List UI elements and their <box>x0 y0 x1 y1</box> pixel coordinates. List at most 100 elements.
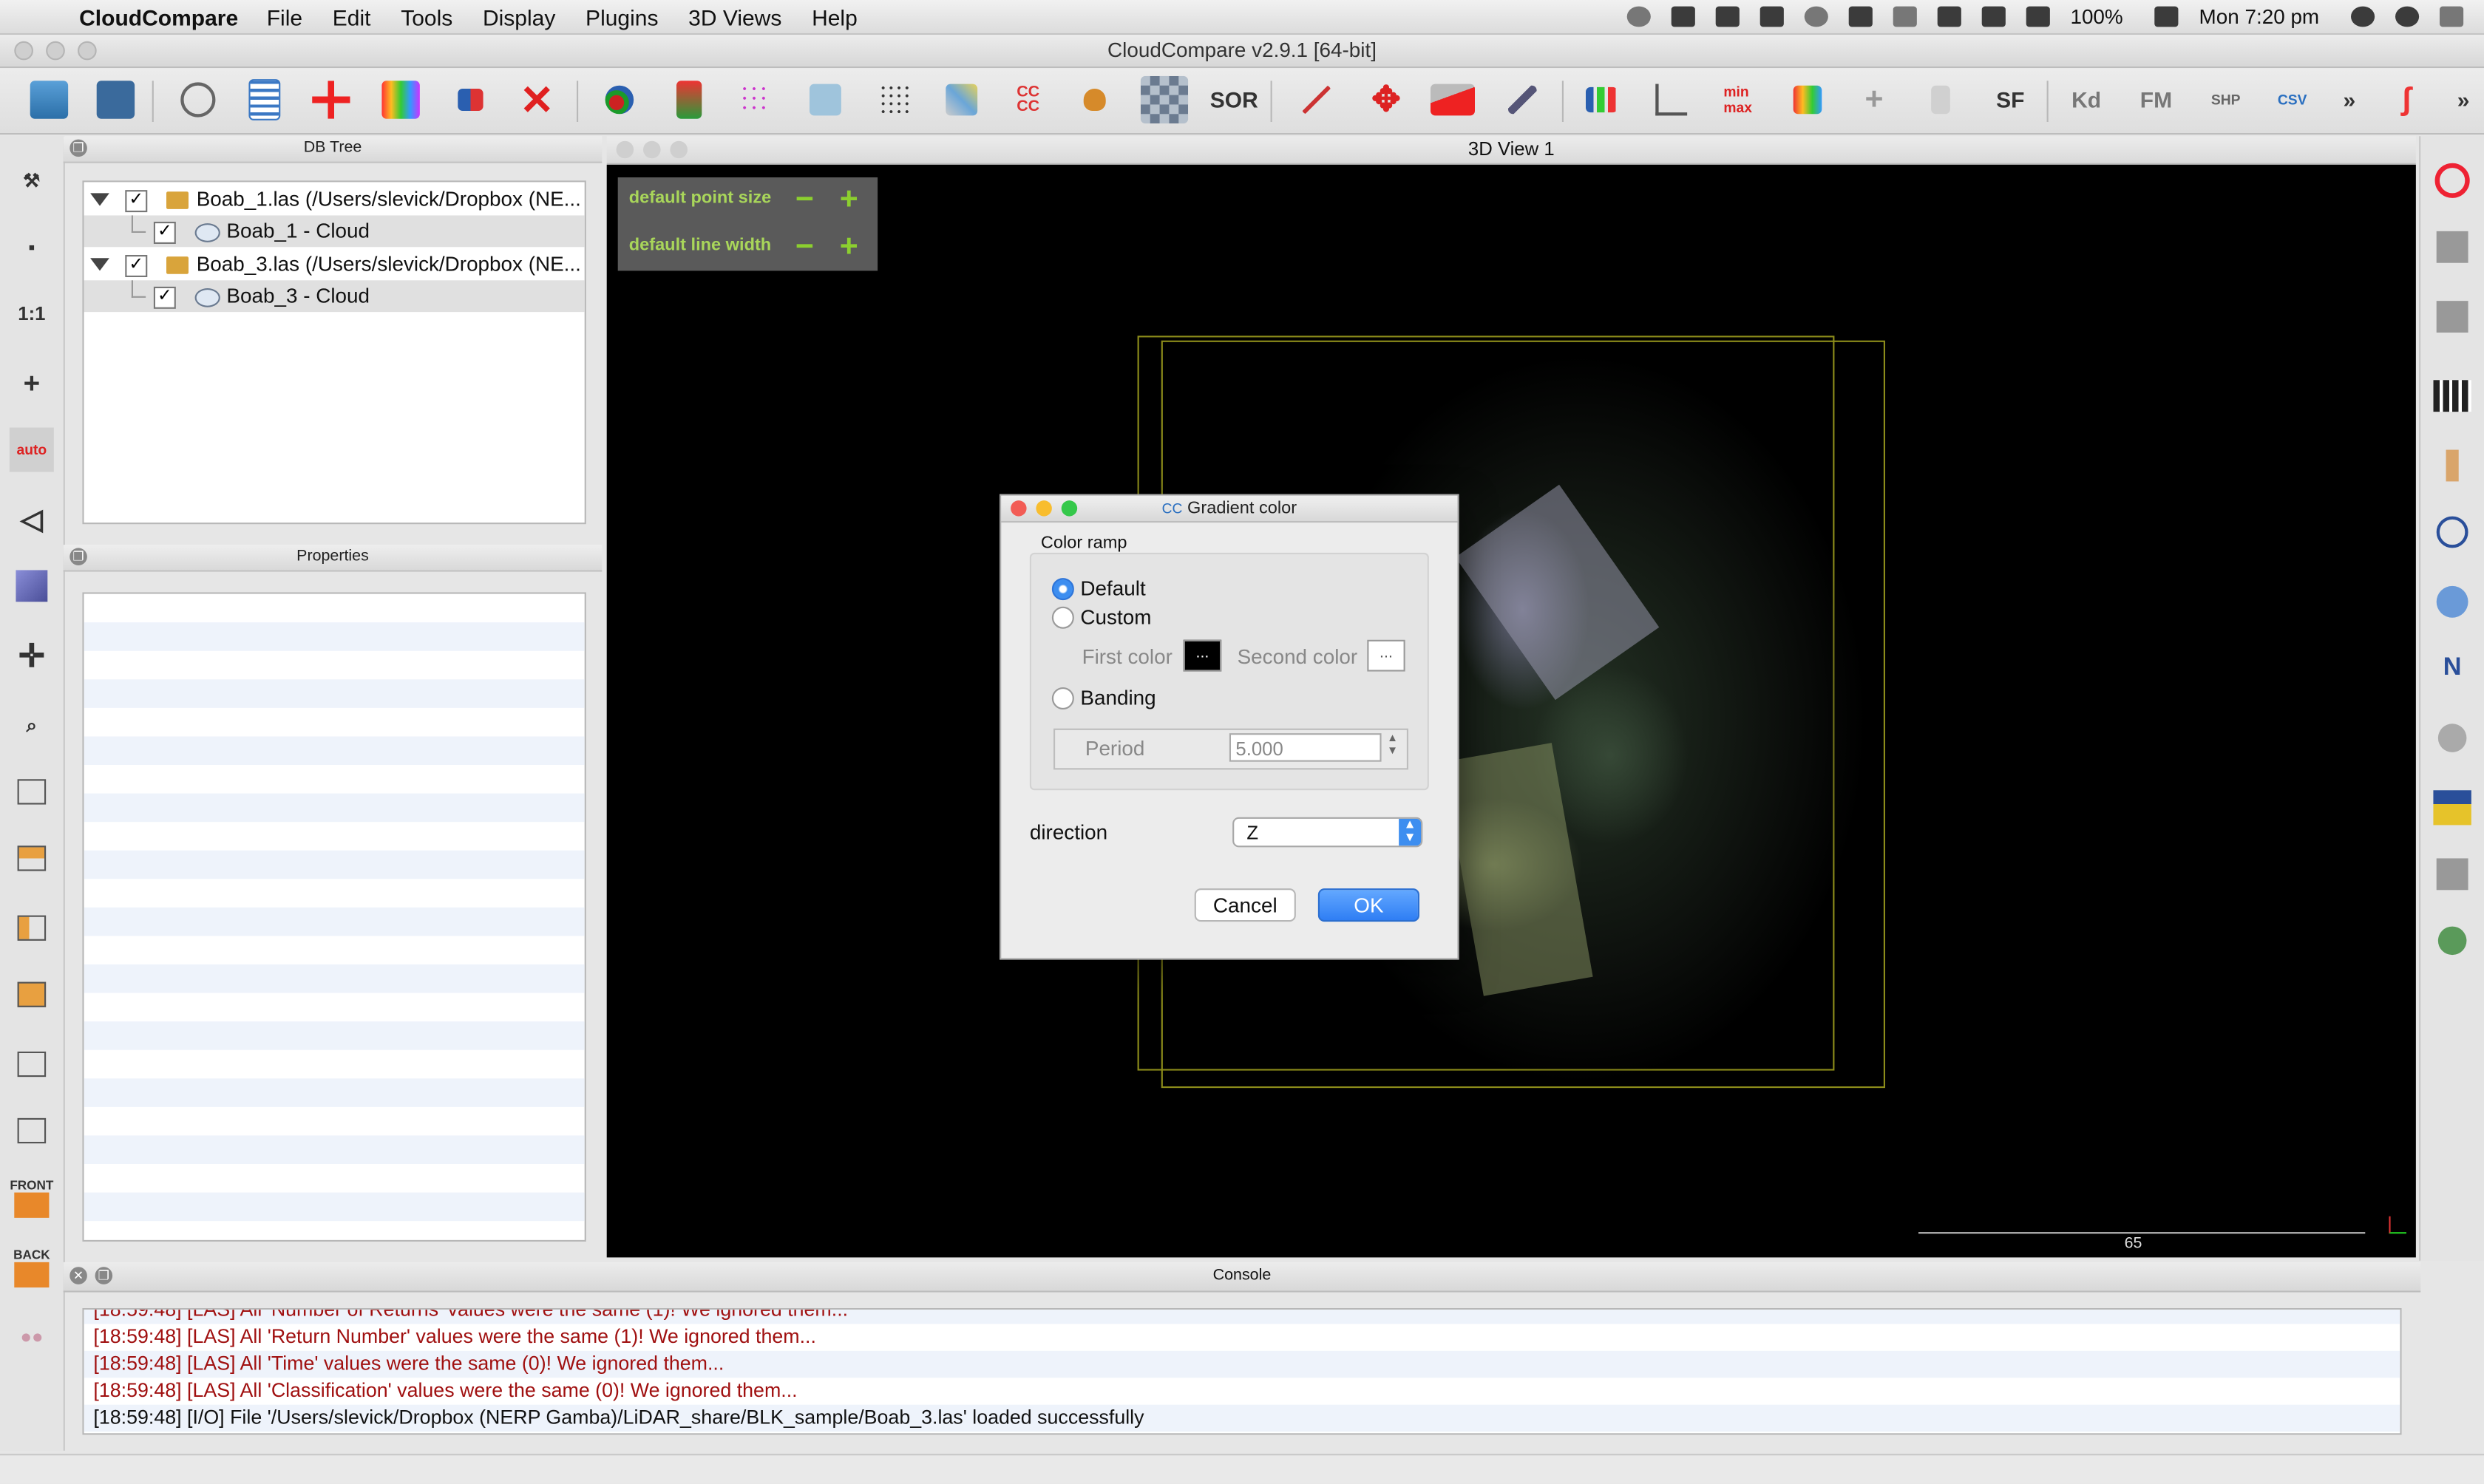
octree-button[interactable] <box>732 76 779 123</box>
clone-button[interactable] <box>308 76 355 123</box>
period-spinbox[interactable]: 5.000 <box>1229 733 1382 762</box>
checker-button[interactable] <box>1140 75 1189 124</box>
point-list-button[interactable] <box>241 76 288 123</box>
airplay-icon[interactable] <box>1848 6 1873 27</box>
close-panel-icon[interactable]: ✕ <box>69 1267 87 1284</box>
banding-radio[interactable] <box>1051 687 1074 709</box>
statistics-button[interactable] <box>1071 76 1119 123</box>
point-size-increase-button[interactable]: + <box>840 184 858 216</box>
pcv-plugin-button[interactable] <box>2430 852 2474 896</box>
hpr-plugin-button[interactable] <box>2430 716 2474 760</box>
spotlight-search-icon[interactable] <box>2351 6 2375 27</box>
sf-button[interactable]: SF <box>1986 76 2034 123</box>
zoom-window-button[interactable] <box>78 41 97 61</box>
minimize-window-button[interactable] <box>46 41 65 61</box>
sf-tools-button[interactable] <box>1784 76 1831 123</box>
menu-file[interactable]: File <box>267 4 302 29</box>
wrench-button[interactable]: ⚒ <box>10 158 54 202</box>
ok-button[interactable]: OK <box>1317 888 1419 922</box>
view-close-button[interactable] <box>616 140 634 159</box>
add-sf-button[interactable]: + <box>1850 76 1898 123</box>
wifi-icon[interactable] <box>1981 6 2006 27</box>
cross-section-button[interactable] <box>1429 76 1476 123</box>
shield-icon[interactable] <box>1760 6 1784 27</box>
menu-display[interactable]: Display <box>483 4 555 29</box>
float-panel-icon[interactable]: ❐ <box>95 1267 113 1284</box>
stop-button[interactable] <box>2430 158 2474 202</box>
tree-item-cloud[interactable]: ✓ Boab_3 - Cloud <box>84 280 585 313</box>
direction-select[interactable]: Z ▲ ▼ <box>1232 817 1423 848</box>
bluetooth-icon[interactable] <box>1893 6 1917 27</box>
clock[interactable]: Mon 7:20 pm <box>2199 4 2320 28</box>
tree-item-file[interactable]: ✓ Boab_3.las (/Users/slevick/Dropbox (NE… <box>84 248 585 280</box>
csv-button[interactable]: CSV <box>2269 76 2316 123</box>
delete-button[interactable]: ✕ <box>513 75 560 123</box>
volume-icon[interactable] <box>2026 6 2050 27</box>
histogram-button[interactable] <box>1578 76 1625 123</box>
visibility-checkbox[interactable]: ✓ <box>125 255 148 277</box>
align-button[interactable] <box>1499 76 1546 123</box>
menu-edit[interactable]: Edit <box>333 4 371 29</box>
line-width-decrease-button[interactable]: − <box>795 231 814 263</box>
dialog-minimize-button[interactable] <box>1036 500 1052 517</box>
cube-button[interactable] <box>10 564 54 608</box>
translate-button[interactable]: ✥ <box>1363 76 1410 123</box>
view-minimize-button[interactable] <box>643 140 661 159</box>
second-color-button[interactable]: ... <box>1367 639 1405 672</box>
zoom-1to1-button[interactable]: 1:1 <box>10 291 54 336</box>
default-radio[interactable] <box>1051 578 1074 601</box>
line-width-increase-button[interactable]: + <box>840 231 858 263</box>
north-plugin-button[interactable]: N <box>2430 646 2474 690</box>
point-size-decrease-button[interactable]: − <box>795 184 814 216</box>
point-picking-button[interactable] <box>174 76 222 123</box>
kdtree-button[interactable]: Kd <box>2063 76 2110 123</box>
sf-plugin-button[interactable] <box>2430 579 2474 624</box>
collapse-triangle-icon[interactable] <box>90 193 109 206</box>
pan-button[interactable]: ✛ <box>10 633 54 678</box>
ransac-plugin-button[interactable] <box>2430 919 2474 963</box>
zoom-button[interactable]: ⌕ <box>10 703 54 747</box>
visibility-checkbox[interactable]: ✓ <box>153 222 176 244</box>
pivot-button[interactable]: + <box>10 361 54 406</box>
bank-icon[interactable] <box>1715 6 1740 27</box>
random-sample-button[interactable] <box>872 76 919 123</box>
normals-button[interactable] <box>596 76 643 123</box>
save-button[interactable] <box>92 76 139 123</box>
stereo-button[interactable]: ●● <box>10 1315 54 1359</box>
float-panel-icon[interactable]: ❐ <box>69 548 87 565</box>
minmax-button[interactable]: min max <box>1714 76 1762 123</box>
app-menu[interactable]: CloudCompare <box>79 4 238 29</box>
menu-tools[interactable]: Tools <box>401 4 452 29</box>
sor-button[interactable]: SOR <box>1210 76 1258 123</box>
ssao-plugin-button[interactable] <box>2430 295 2474 339</box>
float-panel-icon[interactable]: ❐ <box>69 139 87 157</box>
battery-icon[interactable] <box>2154 6 2179 27</box>
toolbar-overflow-right-button[interactable]: » <box>2440 76 2484 123</box>
merge-button[interactable] <box>377 76 424 123</box>
play-icon[interactable] <box>1804 6 1828 27</box>
first-color-button[interactable]: ... <box>1183 639 1222 672</box>
custom-radio[interactable] <box>1051 606 1074 629</box>
cel-plugin-button[interactable] <box>2430 225 2474 269</box>
animation-plugin-button[interactable] <box>2430 374 2474 418</box>
iso-front-button[interactable]: FRONT <box>10 1175 54 1219</box>
menu-plugins[interactable]: Plugins <box>586 4 658 29</box>
dialog-close-button[interactable] <box>1011 500 1027 517</box>
visibility-checkbox[interactable]: ✓ <box>125 190 148 213</box>
menu-help[interactable]: Help <box>812 4 858 29</box>
fm-button[interactable]: FM <box>2132 76 2179 123</box>
dialog-zoom-button[interactable] <box>1061 500 1078 517</box>
screenshot-button[interactable]: ▪ <box>10 225 54 269</box>
siri-icon[interactable] <box>2395 6 2420 27</box>
shp-button[interactable]: SHP <box>2202 76 2250 123</box>
memory-icon[interactable] <box>1937 6 1961 27</box>
mesh-button[interactable] <box>801 76 849 123</box>
visibility-checkbox[interactable]: ✓ <box>153 286 176 309</box>
curve-tool-button[interactable]: ʃ <box>2383 76 2430 123</box>
perspective-button[interactable]: ◁ <box>10 497 54 542</box>
close-window-button[interactable] <box>14 41 33 61</box>
view-bottom-button[interactable] <box>10 1109 54 1153</box>
collapse-triangle-icon[interactable] <box>90 258 109 271</box>
segment-button[interactable] <box>1293 76 1340 123</box>
sf-gradient-button[interactable] <box>1648 76 1695 123</box>
